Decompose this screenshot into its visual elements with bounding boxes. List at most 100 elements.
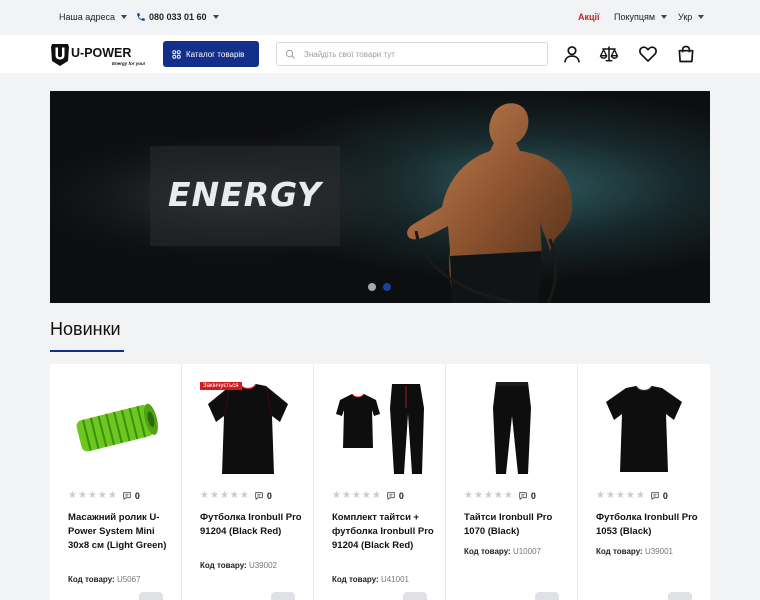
product-code-value: U41001 bbox=[380, 575, 409, 584]
search-box[interactable] bbox=[276, 42, 548, 66]
product-card[interactable]: ★ ★ ★ ★ ★ 0 Тайтси Ironbull Pro 1070 (Black)… bbox=[446, 364, 578, 600]
address-dropdown[interactable]: Наша адреса bbox=[59, 12, 128, 22]
product-card[interactable]: ★ ★ ★ ★ ★ 0 Комплект тайтси + футболка Ironb… bbox=[314, 364, 446, 600]
comment-icon bbox=[519, 492, 527, 500]
search-input[interactable] bbox=[304, 49, 534, 59]
foam-roller-image bbox=[76, 403, 158, 452]
heart-icon[interactable] bbox=[638, 44, 658, 64]
star-icon: ★ bbox=[493, 490, 503, 501]
product-code: Код товару: U41001 bbox=[332, 575, 409, 584]
tshirt-image bbox=[208, 383, 288, 474]
buyers-label: Покупцям bbox=[614, 12, 656, 22]
product-image[interactable] bbox=[200, 378, 296, 478]
star-icon: ★ bbox=[77, 490, 87, 501]
rating: ★ ★ ★ ★ ★ 0 bbox=[464, 490, 536, 502]
compare-icon[interactable] bbox=[599, 44, 619, 64]
add-to-cart-button[interactable] bbox=[668, 592, 692, 600]
section-underline bbox=[50, 350, 124, 352]
u-power-logo-icon: U-POWER Energy for you! bbox=[51, 44, 146, 66]
product-code: Код товару: U10007 bbox=[464, 547, 541, 556]
reviews-count[interactable]: 0 bbox=[254, 491, 272, 501]
status-badge: Закінчується bbox=[200, 382, 242, 390]
product-name[interactable]: Футболка Ironbull Pro 1053 (Black) bbox=[596, 511, 700, 539]
product-card[interactable]: ★ ★ ★ ★ ★ 0 Футболка Ironbull Pro 1053 (Blac… bbox=[578, 364, 710, 600]
product-card[interactable]: Закінчується ★ ★ ★ ★ ★ 0 Футболка Ironbull P… bbox=[182, 364, 314, 600]
cart-icon[interactable] bbox=[676, 44, 696, 64]
language-dropdown[interactable]: Укр bbox=[678, 12, 705, 22]
phone-icon bbox=[137, 13, 145, 21]
product-code-value: U39001 bbox=[644, 547, 673, 556]
promo-label: Акції bbox=[578, 12, 600, 22]
reviews-number: 0 bbox=[134, 491, 140, 501]
rating: ★ ★ ★ ★ ★ 0 bbox=[68, 490, 140, 502]
chevron-down-icon bbox=[212, 15, 219, 19]
star-icon: ★ bbox=[635, 490, 645, 501]
tshirt-tights-set-image bbox=[336, 384, 424, 474]
product-code-value: U39002 bbox=[248, 561, 277, 570]
product-name[interactable]: Тайтси Ironbull Pro 1070 (Black) bbox=[464, 511, 568, 539]
buyers-dropdown[interactable]: Покупцям bbox=[614, 12, 668, 22]
hero-banner[interactable]: ENERGY bbox=[50, 91, 710, 303]
add-to-cart-button[interactable] bbox=[535, 592, 559, 600]
rating: ★ ★ ★ ★ ★ 0 bbox=[332, 490, 404, 502]
catalog-label: Каталог товарів bbox=[186, 49, 245, 59]
user-icon[interactable] bbox=[562, 44, 582, 64]
slider-dot-2[interactable] bbox=[383, 283, 391, 291]
product-code-label: Код товару: bbox=[200, 561, 247, 570]
promo-link[interactable]: Акції bbox=[578, 12, 600, 22]
product-card[interactable]: ★ ★ ★ ★ ★ 0 Масажний ролик U-Power System Mi… bbox=[50, 364, 182, 600]
reviews-number: 0 bbox=[266, 491, 272, 501]
product-name[interactable]: Масажний ролик U-Power System Mini 30x8 … bbox=[68, 511, 172, 553]
slider-dot-1[interactable] bbox=[368, 283, 376, 291]
add-to-cart-button[interactable] bbox=[139, 592, 163, 600]
product-code: Код товару: U39001 bbox=[596, 547, 673, 556]
reviews-count[interactable]: 0 bbox=[650, 491, 668, 501]
star-icon: ★ bbox=[107, 490, 117, 501]
product-image[interactable] bbox=[68, 378, 164, 478]
star-icon: ★ bbox=[464, 490, 473, 501]
tights-image bbox=[493, 382, 531, 474]
star-icon: ★ bbox=[87, 490, 97, 501]
product-image[interactable] bbox=[332, 378, 428, 478]
product-code-label: Код товару: bbox=[596, 547, 643, 556]
add-to-cart-button[interactable] bbox=[403, 592, 427, 600]
reviews-count[interactable]: 0 bbox=[518, 491, 536, 501]
slider-dots bbox=[368, 283, 391, 291]
rating: ★ ★ ★ ★ ★ 0 bbox=[596, 490, 668, 502]
product-code-label: Код товару: bbox=[332, 575, 379, 584]
star-icon: ★ bbox=[239, 490, 249, 501]
product-code-value: U10007 bbox=[512, 547, 541, 556]
comment-icon bbox=[255, 492, 263, 500]
product-name[interactable]: Комплект тайтси + футболка Ironbull Pro … bbox=[332, 511, 436, 553]
reviews-count[interactable]: 0 bbox=[386, 491, 404, 501]
comment-icon bbox=[651, 492, 659, 500]
reviews-number: 0 bbox=[530, 491, 536, 501]
star-icon: ★ bbox=[200, 490, 209, 501]
product-image[interactable] bbox=[596, 378, 692, 478]
reviews-count[interactable]: 0 bbox=[122, 491, 140, 501]
comment-icon bbox=[123, 492, 131, 500]
product-name[interactable]: Футболка Ironbull Pro 91204 (Black Red) bbox=[200, 511, 304, 539]
products-row: ★ ★ ★ ★ ★ 0 Масажний ролик U-Power System Mi… bbox=[50, 364, 710, 600]
catalog-button[interactable]: Каталог товарів bbox=[163, 41, 259, 67]
star-icon: ★ bbox=[615, 490, 625, 501]
star-icon: ★ bbox=[473, 490, 483, 501]
main-header: U-POWER Energy for you! Каталог товарів bbox=[0, 35, 760, 73]
phone-dropdown[interactable]: 080 033 01 60 bbox=[136, 12, 219, 22]
star-icon: ★ bbox=[361, 490, 371, 501]
product-image[interactable] bbox=[464, 378, 560, 478]
add-to-cart-button[interactable] bbox=[271, 592, 295, 600]
star-icon: ★ bbox=[596, 490, 605, 501]
address-label: Наша адреса bbox=[59, 12, 116, 22]
product-code: Код товару: U39002 bbox=[200, 561, 277, 570]
phone-number: 080 033 01 60 bbox=[149, 12, 207, 22]
language-label: Укр bbox=[678, 12, 693, 22]
comment-icon bbox=[387, 492, 395, 500]
logo-tagline: Energy for you! bbox=[112, 61, 146, 66]
chevron-down-icon bbox=[698, 15, 705, 19]
star-icon: ★ bbox=[605, 490, 615, 501]
product-code: Код товару: U5067 bbox=[68, 575, 141, 584]
logo[interactable]: U-POWER Energy for you! bbox=[50, 41, 150, 67]
star-icon: ★ bbox=[483, 490, 493, 501]
rating: ★ ★ ★ ★ ★ 0 bbox=[200, 490, 272, 502]
